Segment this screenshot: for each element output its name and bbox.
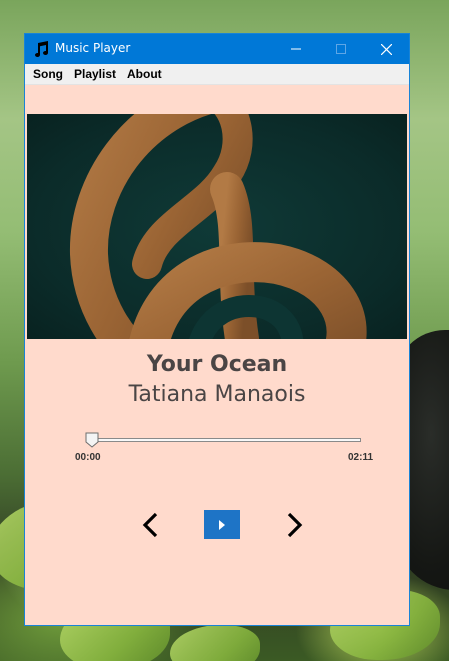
chevron-right-icon — [287, 512, 303, 538]
music-player-window: Music Player Song Playlist About Your Oc… — [24, 33, 410, 626]
total-time: 02:11 — [348, 452, 374, 463]
album-art — [27, 114, 407, 339]
maximize-button[interactable] — [318, 34, 364, 64]
play-icon — [219, 519, 225, 530]
minimize-icon — [291, 48, 301, 50]
close-button[interactable] — [363, 34, 409, 64]
song-artist: Tatiana Manaois — [128, 382, 306, 407]
title-bar[interactable]: Music Player — [25, 34, 409, 64]
current-time: 00:00 — [75, 452, 101, 463]
treble-clef-icon — [69, 114, 367, 339]
minimize-button[interactable] — [273, 34, 319, 64]
menu-playlist[interactable]: Playlist — [74, 67, 116, 81]
menu-song[interactable]: Song — [33, 67, 63, 81]
window-title: Music Player — [55, 41, 131, 55]
menu-bar: Song Playlist About — [25, 64, 409, 85]
maximize-icon — [336, 44, 346, 54]
play-button[interactable] — [204, 510, 240, 539]
chevron-left-icon — [142, 512, 158, 538]
previous-button[interactable] — [135, 508, 165, 542]
song-title: Your Ocean — [146, 352, 288, 377]
progress-slider-thumb[interactable] — [85, 432, 99, 448]
background-leaf — [170, 625, 260, 661]
menu-about[interactable]: About — [127, 67, 162, 81]
music-note-icon — [35, 41, 48, 57]
next-button[interactable] — [280, 508, 310, 542]
close-icon — [380, 43, 392, 55]
progress-slider-track[interactable] — [91, 438, 361, 442]
